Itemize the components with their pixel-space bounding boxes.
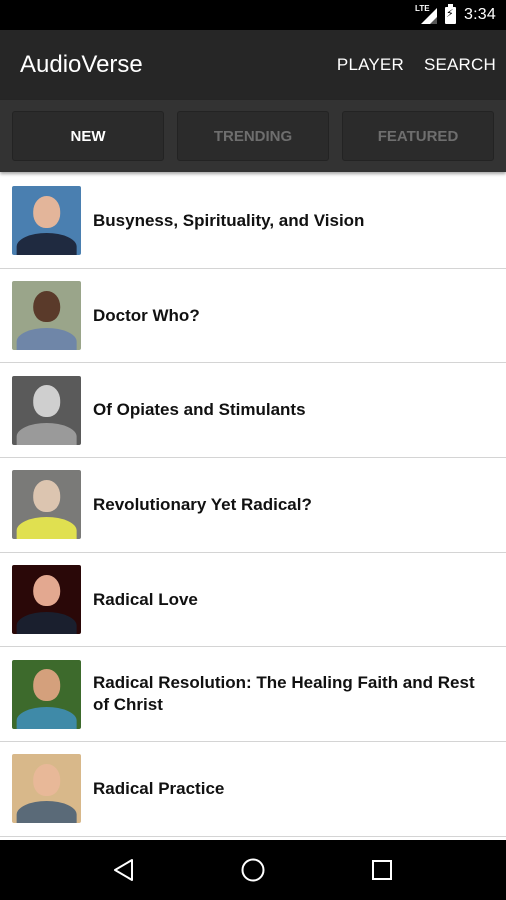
search-button[interactable]: SEARCH [424, 55, 496, 75]
home-icon[interactable] [233, 850, 273, 890]
list-item[interactable]: Of Opiates and Stimulants [0, 363, 506, 459]
tab-bar: NEW TRENDING FEATURED [0, 100, 506, 172]
list-item[interactable]: Doctor Who? [0, 269, 506, 364]
list-item-title: Radical Resolution: The Healing Faith an… [93, 673, 475, 715]
list-item-title: Of Opiates and Stimulants [93, 400, 306, 420]
app-bar: AudioVerse PLAYER SEARCH [0, 30, 506, 100]
speaker-thumbnail [12, 659, 81, 729]
status-time: 3:34 [464, 6, 496, 23]
list-item[interactable]: Radical Love [0, 553, 506, 648]
list-item[interactable]: Busyness, Spirituality, and Vision [0, 174, 506, 269]
list-item[interactable]: Revolutionary Yet Radical? [0, 458, 506, 553]
speaker-thumbnail [12, 375, 81, 445]
speaker-thumbnail [12, 281, 81, 351]
sermon-list: Busyness, Spirituality, and Vision Doctor… [0, 174, 506, 840]
recents-icon[interactable] [362, 850, 402, 890]
speaker-thumbnail [12, 565, 81, 635]
back-icon[interactable] [104, 850, 144, 890]
list-item[interactable]: Radical Resolution: The Healing Faith an… [0, 647, 506, 743]
list-item-title: Busyness, Spirituality, and Vision [93, 210, 365, 230]
speaker-thumbnail [12, 754, 81, 824]
list-item-title: Revolutionary Yet Radical? [93, 494, 312, 514]
app-title: AudioVerse [20, 51, 143, 78]
battery-icon: ⚡ [445, 3, 457, 24]
tab-trending[interactable]: TRENDING [177, 111, 329, 161]
player-button[interactable]: PLAYER [337, 55, 404, 75]
list-item-title: Radical Practice [93, 778, 225, 798]
signal-icon: LTE [415, 4, 438, 24]
speaker-thumbnail [12, 186, 81, 256]
nav-bar [0, 840, 506, 900]
tab-featured[interactable]: FEATURED [342, 111, 494, 161]
speaker-thumbnail [12, 470, 81, 540]
list-item-title: Doctor Who? [93, 305, 200, 325]
list-item-title: Radical Love [93, 589, 198, 609]
list-item[interactable]: Radical Practice [0, 742, 506, 837]
status-bar: LTE ⚡ 3:34 [0, 0, 506, 30]
tab-new[interactable]: NEW [12, 111, 164, 161]
